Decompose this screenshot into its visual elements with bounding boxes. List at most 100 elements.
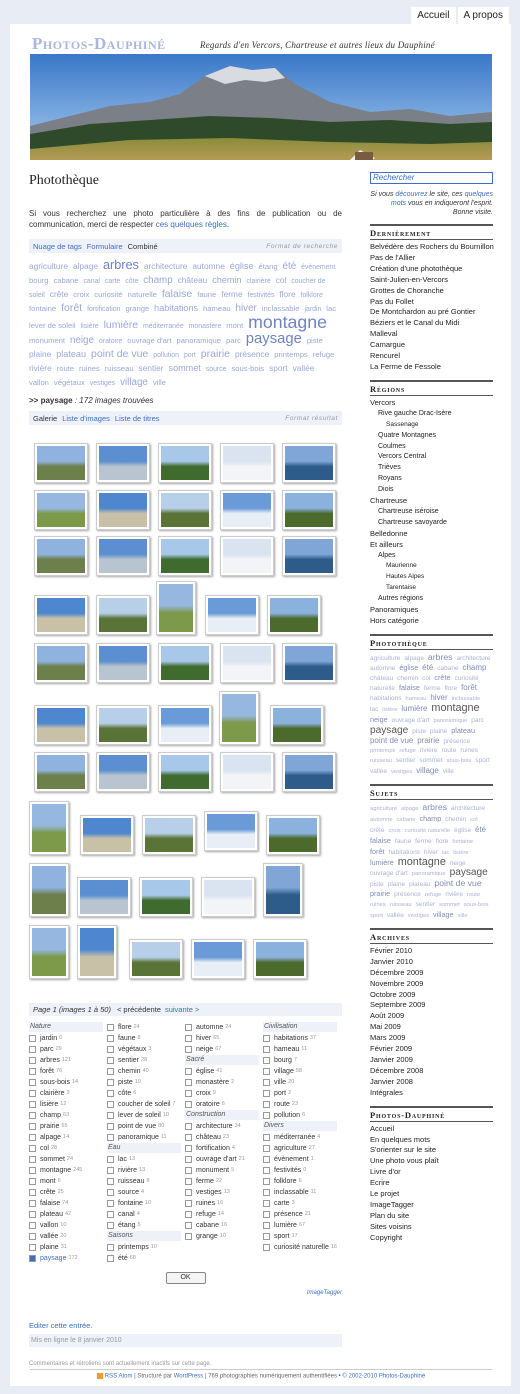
- filter-checkbox-item[interactable]: vestiges 13: [185, 1187, 263, 1198]
- cloud-tag[interactable]: folklore: [301, 292, 323, 299]
- gallery-thumbnail[interactable]: [266, 815, 320, 855]
- gallery-thumbnail[interactable]: [191, 939, 245, 979]
- gallery-thumbnail[interactable]: [219, 691, 259, 745]
- filter-checkbox-item[interactable]: neige 67: [185, 1044, 263, 1055]
- sidebar-tag[interactable]: printemps: [370, 748, 395, 754]
- gallery-thumbnail[interactable]: [34, 443, 88, 483]
- region-link[interactable]: Sassenage: [370, 420, 493, 431]
- gallery-thumbnail[interactable]: [267, 595, 321, 635]
- checkbox[interactable]: [263, 1244, 270, 1251]
- tab-combined[interactable]: Combiné: [128, 242, 158, 251]
- gallery-thumbnail[interactable]: [34, 536, 88, 576]
- checkbox[interactable]: [29, 1178, 36, 1185]
- sidebar-tag[interactable]: plateau: [451, 726, 475, 735]
- checkbox[interactable]: [29, 1244, 36, 1251]
- region-link[interactable]: Vercors Central: [370, 452, 493, 463]
- sidebar-tag[interactable]: présence: [394, 891, 421, 898]
- sidebar-tag[interactable]: hiver: [430, 693, 447, 702]
- filter-checkbox-item[interactable]: étang 5: [107, 1220, 185, 1231]
- filter-checkbox-item[interactable]: hameau 11: [263, 1044, 341, 1055]
- cloud-tag[interactable]: évènement: [301, 264, 335, 271]
- region-link[interactable]: Trièves: [370, 463, 493, 474]
- gallery-thumbnail[interactable]: [77, 877, 131, 917]
- filter-checkbox-item[interactable]: carte 3: [263, 1198, 341, 1209]
- checkbox[interactable]: [107, 1211, 114, 1218]
- archive-month-link[interactable]: Décembre 2009: [370, 968, 493, 979]
- cloud-tag[interactable]: refuge: [313, 350, 335, 359]
- sidebar-tag[interactable]: forêt: [370, 847, 384, 856]
- sidebar-tag[interactable]: village: [433, 910, 454, 919]
- filter-checkbox-item[interactable]: source 4: [107, 1187, 185, 1198]
- cloud-tag[interactable]: col: [276, 275, 287, 285]
- checkbox[interactable]: [107, 1123, 114, 1130]
- checkbox[interactable]: [263, 1211, 270, 1218]
- filter-checkbox-item[interactable]: forêt 76: [29, 1066, 107, 1077]
- gallery-thumbnail[interactable]: [282, 536, 336, 576]
- sidebar-tag[interactable]: ville: [458, 913, 468, 919]
- gallery-thumbnail[interactable]: [282, 443, 336, 483]
- cloud-tag[interactable]: présence: [235, 349, 269, 359]
- sidebar-tag[interactable]: montagne: [431, 702, 479, 714]
- cloud-tag[interactable]: neige: [70, 335, 94, 346]
- region-link[interactable]: Alpes: [370, 551, 493, 562]
- cloud-tag[interactable]: vallon: [29, 378, 49, 387]
- gallery-thumbnail[interactable]: [158, 490, 212, 530]
- filter-checkbox-item[interactable]: alpage 14: [29, 1132, 107, 1143]
- sidebar-tag[interactable]: chemin: [445, 816, 466, 823]
- sidebar-tag[interactable]: hiver: [424, 849, 438, 856]
- tab-form[interactable]: Formulaire: [87, 242, 123, 251]
- sidebar-tag[interactable]: plaine: [388, 881, 405, 888]
- site-page-link[interactable]: S'orienter sur le site: [370, 1145, 493, 1156]
- sidebar-tag[interactable]: neige: [450, 860, 466, 867]
- region-link[interactable]: Hautes Alpes: [370, 572, 493, 583]
- sidebar-tag[interactable]: ville: [443, 768, 454, 775]
- sidebar-tag[interactable]: ferme: [415, 838, 432, 845]
- sidebar-tag[interactable]: lumière: [370, 858, 394, 867]
- archive-month-link[interactable]: Janvier 2009: [370, 1055, 493, 1066]
- recent-post-link[interactable]: La Ferme de Fessole: [370, 362, 493, 373]
- sidebar-tag[interactable]: parc: [471, 717, 484, 724]
- ok-button[interactable]: OK: [165, 1272, 206, 1284]
- checkbox[interactable]: [107, 1200, 114, 1207]
- sidebar-tag[interactable]: fontaine: [452, 839, 473, 845]
- sidebar-tag[interactable]: prairie: [370, 889, 390, 898]
- filter-checkbox-item[interactable]: monument 5: [185, 1165, 263, 1176]
- sidebar-tag[interactable]: crête: [370, 827, 385, 834]
- checkbox[interactable]: [29, 1112, 36, 1119]
- site-page-link[interactable]: Le projet: [370, 1189, 493, 1200]
- checkbox[interactable]: [185, 1134, 192, 1141]
- gallery-thumbnail[interactable]: [282, 643, 336, 683]
- sidebar-tag[interactable]: piste: [412, 728, 426, 735]
- cloud-tag[interactable]: clairière: [246, 278, 270, 285]
- filter-checkbox-item[interactable]: curiosité naturelle 16: [263, 1242, 341, 1253]
- archive-month-link[interactable]: Janvier 2010: [370, 957, 493, 968]
- site-page-link[interactable]: Une photo vous plaît: [370, 1156, 493, 1167]
- sidebar-tag[interactable]: champ: [463, 663, 487, 672]
- sidebar-tag[interactable]: naturelle: [370, 685, 395, 692]
- archive-month-link[interactable]: Février 2010: [370, 946, 493, 957]
- gallery-thumbnail[interactable]: [29, 801, 69, 855]
- gallery-thumbnail[interactable]: [34, 490, 88, 530]
- sidebar-tag[interactable]: route: [467, 892, 480, 898]
- gallery-thumbnail[interactable]: [158, 443, 212, 483]
- sidebar-tag[interactable]: lac: [442, 850, 449, 856]
- checkbox[interactable]: [263, 1046, 270, 1053]
- gallery-thumbnail[interactable]: [29, 925, 69, 979]
- tab-image-list[interactable]: Liste d'images: [62, 414, 110, 423]
- archive-month-link[interactable]: Mars 2009: [370, 1033, 493, 1044]
- checkbox[interactable]: [263, 1200, 270, 1207]
- checkbox[interactable]: [29, 1090, 36, 1097]
- filter-checkbox-item[interactable]: sentier 28: [107, 1055, 185, 1066]
- sidebar-tag[interactable]: ferme: [424, 685, 441, 692]
- sidebar-tag[interactable]: route: [442, 747, 457, 754]
- filter-checkbox-item[interactable]: folklore 6: [263, 1176, 341, 1187]
- sidebar-tag[interactable]: rivière: [445, 891, 463, 898]
- cloud-tag[interactable]: vallée: [293, 363, 315, 373]
- sidebar-tag[interactable]: sous-bois: [447, 758, 472, 764]
- cloud-tag[interactable]: sommet: [169, 363, 201, 373]
- sidebar-tag[interactable]: croix: [388, 828, 400, 834]
- filter-checkbox-item[interactable]: ville 20: [263, 1077, 341, 1088]
- checkbox[interactable]: [29, 1145, 36, 1152]
- cloud-tag[interactable]: été: [283, 261, 297, 272]
- sidebar-tag[interactable]: architecture: [451, 805, 485, 812]
